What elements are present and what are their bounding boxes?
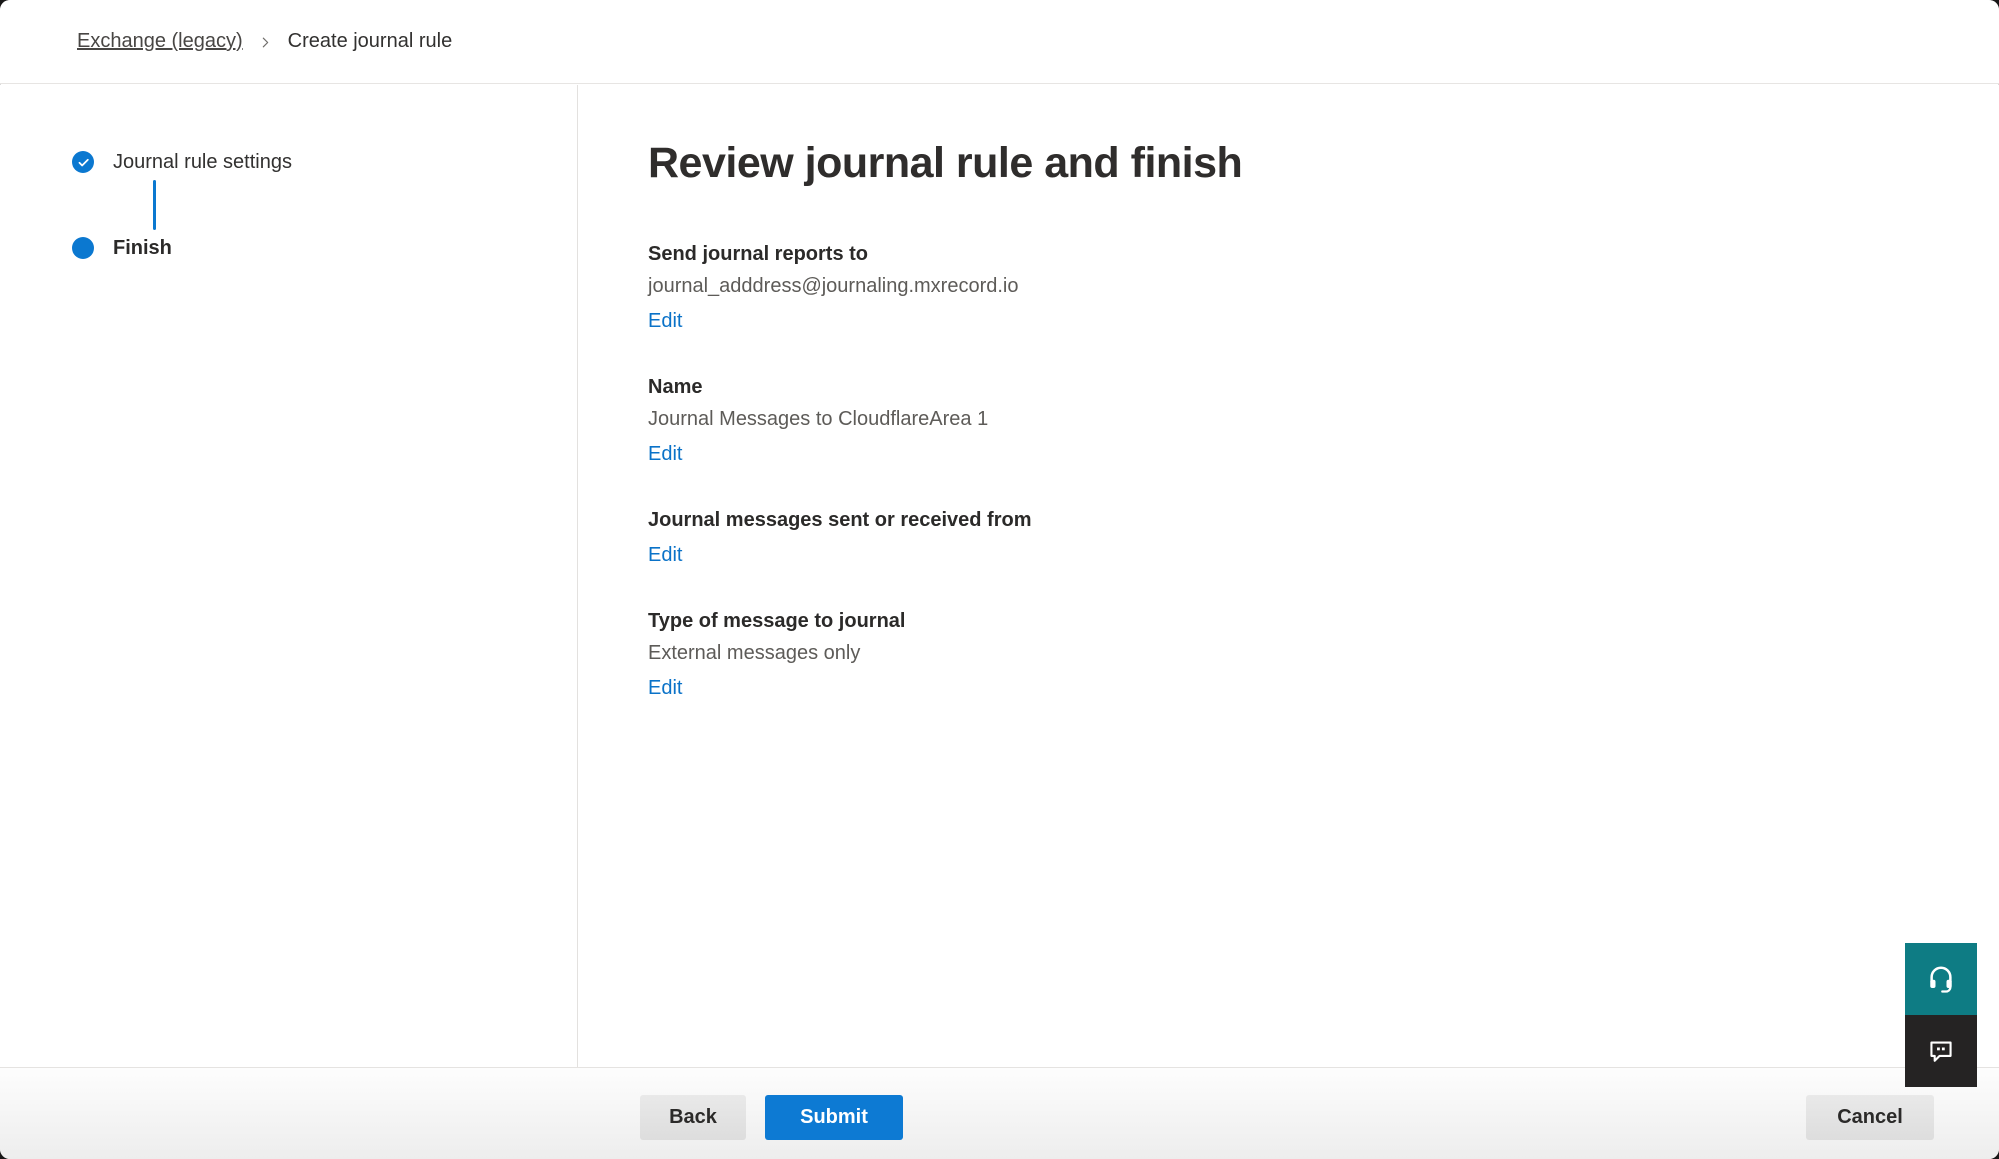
wizard-content: Journal rule settings Finish Review jour… <box>0 85 1999 1067</box>
headset-icon <box>1926 964 1956 994</box>
step-connector-line <box>153 180 156 230</box>
back-button[interactable]: Back <box>640 1095 746 1140</box>
breadcrumb-bar: Exchange (legacy) Create journal rule <box>0 0 1999 84</box>
exchange-admin-window: Exchange (legacy) Create journal rule Jo… <box>0 0 1999 1159</box>
review-pane: Review journal rule and finish Send jour… <box>578 85 1999 1067</box>
breadcrumb-current-page: Create journal rule <box>288 30 453 53</box>
step-label: Journal rule settings <box>113 151 292 174</box>
step-label: Finish <box>113 237 172 260</box>
section-value: journal_adddress@journaling.mxrecord.io <box>648 273 1939 299</box>
section-label: Name <box>648 374 1939 400</box>
section-value: Journal Messages to CloudflareArea 1 <box>648 406 1939 432</box>
floating-widgets <box>1905 943 1977 1087</box>
wizard-step-journal-rule-settings[interactable]: Journal rule settings <box>72 151 577 173</box>
breadcrumb: Exchange (legacy) Create journal rule <box>77 30 452 53</box>
breadcrumb-exchange-legacy-link[interactable]: Exchange (legacy) <box>77 30 243 53</box>
chat-icon <box>1927 1037 1955 1065</box>
section-value: External messages only <box>648 640 1939 666</box>
review-section-name: Name Journal Messages to CloudflareArea … <box>648 374 1939 467</box>
feedback-button[interactable] <box>1905 1015 1977 1087</box>
section-label: Type of message to journal <box>648 608 1939 634</box>
wizard-steps-panel: Journal rule settings Finish <box>0 85 578 1067</box>
page-title: Review journal rule and finish <box>648 135 1939 191</box>
chevron-right-icon <box>259 36 272 49</box>
wizard-footer: Back Submit Cancel <box>0 1067 1999 1159</box>
edit-name-link[interactable]: Edit <box>648 441 682 467</box>
cancel-button[interactable]: Cancel <box>1806 1095 1934 1140</box>
edit-sent-or-received-link[interactable]: Edit <box>648 542 682 568</box>
step-current-dot-icon <box>72 237 94 259</box>
section-label: Journal messages sent or received from <box>648 507 1939 533</box>
edit-send-reports-link[interactable]: Edit <box>648 308 682 334</box>
section-label: Send journal reports to <box>648 241 1939 267</box>
review-section-send-reports: Send journal reports to journal_adddress… <box>648 241 1939 334</box>
submit-button[interactable]: Submit <box>765 1095 903 1140</box>
help-button[interactable] <box>1905 943 1977 1015</box>
step-completed-check-icon <box>72 151 94 173</box>
review-section-message-type: Type of message to journal External mess… <box>648 608 1939 701</box>
wizard-step-finish[interactable]: Finish <box>72 237 577 259</box>
review-section-sent-or-received: Journal messages sent or received from E… <box>648 507 1939 568</box>
edit-message-type-link[interactable]: Edit <box>648 675 682 701</box>
